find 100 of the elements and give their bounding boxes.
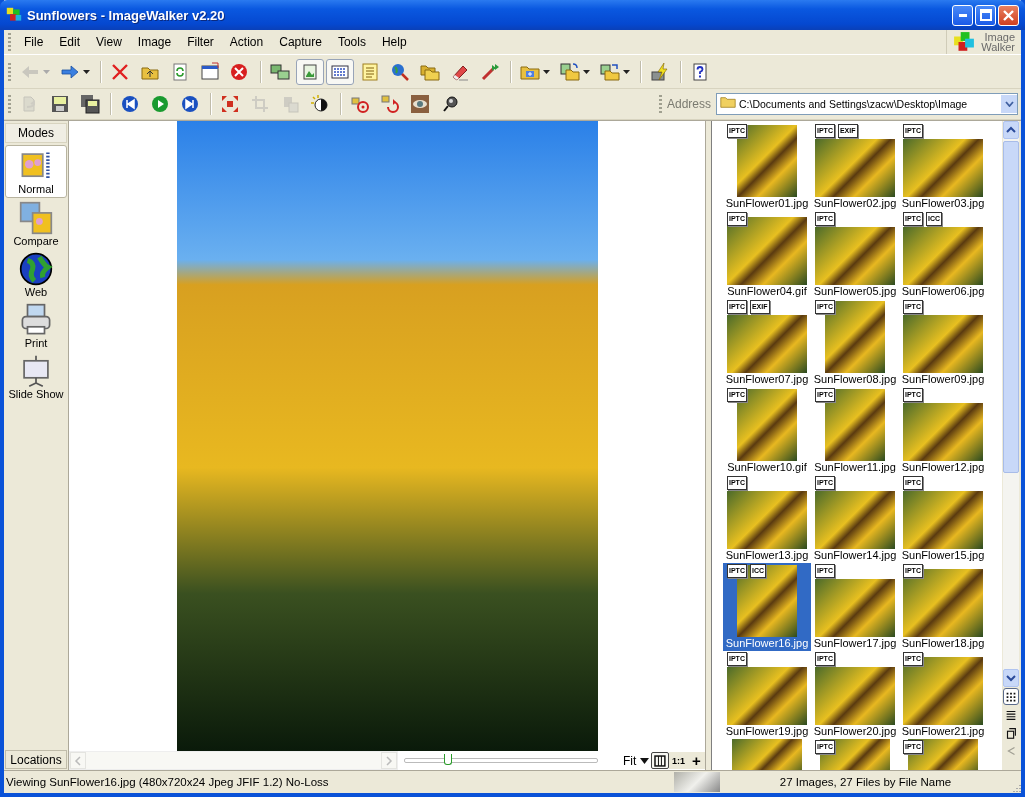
refresh-icon xyxy=(170,61,190,82)
file-name: SunFlower16.jpg xyxy=(725,637,809,650)
maximize-button[interactable] xyxy=(975,4,996,26)
file-name: SunFlower03.jpg xyxy=(901,197,985,210)
copy-icon xyxy=(560,61,580,82)
notes-icon xyxy=(360,61,380,82)
thumbnails-icon xyxy=(270,61,290,82)
minimize-icon xyxy=(958,13,967,17)
file-name: SunFlower20.jpg xyxy=(813,725,897,738)
app-logo-icon xyxy=(6,7,22,23)
menu-item[interactable]: Tools xyxy=(329,33,374,51)
wand-icon xyxy=(480,61,500,82)
locations-button[interactable]: Locations xyxy=(5,750,67,769)
mode-item[interactable]: Slide Show xyxy=(5,351,67,402)
crop-icon xyxy=(250,94,270,114)
file-name: SunFlower07.jpg xyxy=(725,373,809,386)
resize-grip-icon[interactable] xyxy=(1011,783,1021,793)
last-icon xyxy=(180,94,200,114)
menu-item[interactable]: File xyxy=(16,33,52,51)
file-name: SunFlower06.jpg xyxy=(901,285,985,298)
menu-item[interactable]: Edit xyxy=(51,33,89,51)
move-icon xyxy=(600,61,620,82)
menu-item[interactable]: Help xyxy=(373,33,415,51)
save-icon xyxy=(50,94,70,114)
fullscreen-icon xyxy=(220,94,240,114)
app-logo-icon xyxy=(953,31,975,53)
cancel-icon xyxy=(230,61,250,82)
grid-view-button[interactable] xyxy=(1002,688,1019,705)
image-icon xyxy=(300,61,320,82)
printer-icon xyxy=(19,303,53,337)
scrollbar-thumb[interactable] xyxy=(1002,141,1019,473)
actual-size-button[interactable]: 1:1 xyxy=(669,752,688,769)
grid-button[interactable] xyxy=(326,58,354,85)
file-name: SunFlower19.jpg xyxy=(725,725,809,738)
address-field[interactable]: C:\Documents and Settings\zacw\Desktop\Image xyxy=(716,93,1018,115)
menu-item[interactable]: Image xyxy=(129,33,180,51)
image-button[interactable] xyxy=(296,58,324,85)
chevron-down-icon xyxy=(1004,101,1014,107)
logo-text: Image Walker xyxy=(980,32,1015,52)
slider-thumb[interactable] xyxy=(443,754,452,765)
file-name: SunFlower12.jpg xyxy=(901,461,985,474)
menu-item[interactable]: Capture xyxy=(271,33,330,51)
lightning-icon xyxy=(650,61,670,82)
save-all-icon xyxy=(80,94,100,114)
chevron-up-icon xyxy=(1005,126,1016,134)
close-icon xyxy=(1003,9,1014,21)
dropdown-button[interactable] xyxy=(1001,95,1017,113)
file-name: SunFlower14.jpg xyxy=(813,549,897,562)
file-name: SunFlower04.gif xyxy=(727,285,807,298)
file-name: SunFlower02.jpg xyxy=(813,197,897,210)
mode-item[interactable]: Web xyxy=(5,249,67,300)
file-name: SunFlower11.jpg xyxy=(814,461,896,474)
caret-icon xyxy=(640,757,650,764)
scroll-down-button[interactable] xyxy=(1002,669,1019,687)
file-name: SunFlower05.jpg xyxy=(813,285,897,298)
mode-item[interactable]: Print xyxy=(5,300,67,351)
mode-item[interactable]: Normal xyxy=(5,145,67,198)
compare-pictures-icon xyxy=(19,201,53,235)
file-name: SunFlower15.jpg xyxy=(901,549,985,562)
caret-icon xyxy=(623,69,630,74)
panel-header: Modes xyxy=(5,123,67,143)
menu-item[interactable]: Action xyxy=(221,33,272,51)
caret-icon xyxy=(583,69,590,74)
file-name: SunFlower21.jpg xyxy=(901,725,985,738)
pin-icon xyxy=(440,94,460,114)
globe-icon xyxy=(19,252,53,286)
eye-icon xyxy=(410,94,430,114)
fit-window-button[interactable] xyxy=(651,752,670,769)
file-name: SunFlower13.jpg xyxy=(725,549,809,562)
close-button[interactable] xyxy=(998,4,1019,26)
chevron-left-icon xyxy=(74,755,82,766)
window-icon xyxy=(200,61,220,82)
file-name: SunFlower09.jpg xyxy=(901,373,985,386)
scroll-up-button[interactable] xyxy=(1002,121,1019,139)
caret-icon xyxy=(83,69,90,74)
rotate-left-icon xyxy=(350,94,370,114)
menu-item[interactable]: Filter xyxy=(179,33,222,51)
rotate-right-icon xyxy=(380,94,400,114)
status-text: 27 Images, 27 Files by File Name xyxy=(778,776,953,788)
zoom-in-button[interactable]: + xyxy=(688,752,705,769)
brightness-icon xyxy=(310,94,330,114)
file-name: SunFlower08.jpg xyxy=(813,373,897,386)
address-label: Address xyxy=(666,97,711,111)
maximize-icon xyxy=(979,9,992,21)
menu-item[interactable]: View xyxy=(88,33,130,51)
chevron-down-icon xyxy=(1005,674,1016,682)
minimize-button[interactable] xyxy=(952,4,973,26)
globe-search-icon xyxy=(390,61,410,82)
chevron-right-icon xyxy=(384,755,393,766)
columns-icon xyxy=(654,754,667,767)
file-name: SunFlower17.jpg xyxy=(813,637,897,650)
photo-placeholder xyxy=(732,739,802,770)
file-name: SunFlower18.jpg xyxy=(901,637,985,650)
vertical-scrollbar[interactable] xyxy=(1002,121,1019,687)
caret-icon xyxy=(543,69,550,74)
status-text: Viewing SunFlower16.jpg (480x720x24 Jpeg JFIF 1.2) No-Loss xyxy=(5,776,330,788)
folder-icon xyxy=(720,96,736,109)
mode-item[interactable]: Compare xyxy=(5,198,67,249)
file-name: SunFlower01.jpg xyxy=(725,197,809,210)
window-title: Sunflowers - ImageWalker v2.20 xyxy=(27,7,226,23)
